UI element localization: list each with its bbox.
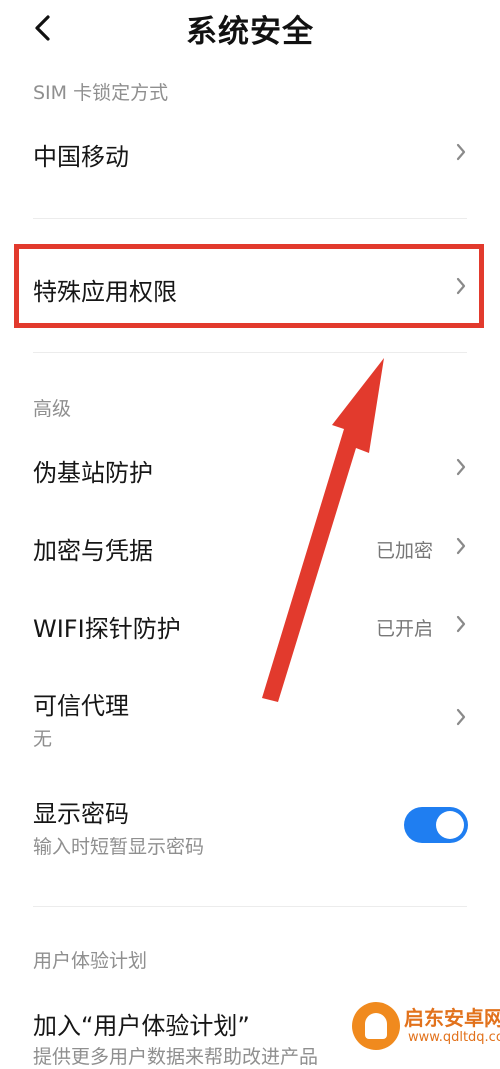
watermark-url: www.qdltdq.com [408, 1030, 500, 1045]
watermark-logo-icon [352, 1002, 400, 1050]
watermark: 启东安卓网 www.qdltdq.com [352, 996, 500, 1056]
watermark-name: 启东安卓网 [404, 1006, 500, 1030]
annotation-arrow [262, 358, 384, 702]
